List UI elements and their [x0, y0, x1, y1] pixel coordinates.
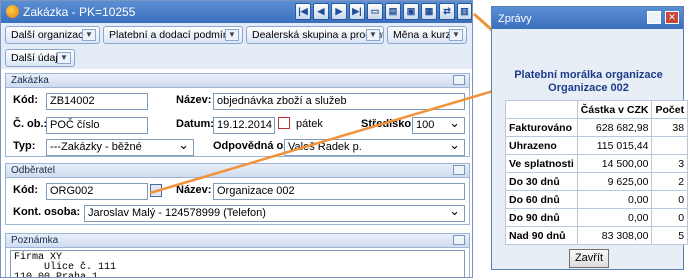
table-row: Uhrazeno 115 015,44: [505, 136, 689, 155]
corner-cell: [505, 100, 578, 119]
table-row: Do 90 dnů 0,00 0: [505, 208, 689, 227]
table-row: Fakturováno 628 682,98 38: [505, 118, 689, 137]
messages-dialog: Zprávy ✕ Platební morálka organizace Org…: [491, 6, 689, 270]
row-count: 2: [651, 172, 689, 191]
table-row: Nad 90 dnů 83 308,00 5: [505, 226, 689, 245]
row-amount: 0,00: [576, 190, 653, 209]
row-amount: 628 682,98: [576, 118, 653, 137]
dialog-heading: Platební morálka organizace: [514, 69, 663, 81]
table-row: Ve splatnosti 14 500,00 3: [505, 154, 689, 173]
dialog-subheading: Organizace 002: [548, 82, 629, 94]
dialog-titlebar: Zprávy ✕: [492, 7, 683, 29]
row-count: 0: [651, 208, 689, 227]
row-count: 5: [651, 226, 689, 245]
payment-table: Částka v CZK Počet Fakturováno 628 682,98…: [505, 100, 689, 245]
row-count: [651, 136, 689, 155]
row-amount: 83 308,00: [576, 226, 653, 245]
row-amount: 115 015,44: [576, 136, 653, 155]
row-label: Ve splatnosti: [505, 154, 578, 173]
row-label: Do 90 dnů: [505, 208, 578, 227]
row-amount: 9 625,00: [576, 172, 653, 191]
row-count: 38: [651, 118, 689, 137]
row-amount: 14 500,00: [576, 154, 653, 173]
dialog-title: Zprávy: [498, 13, 532, 25]
table-row: Do 30 dnů 9 625,00 2: [505, 172, 689, 191]
column-header-count: Počet: [651, 100, 689, 119]
row-label: Do 60 dnů: [505, 190, 578, 209]
row-count: 3: [651, 154, 689, 173]
row-label: Fakturováno: [505, 118, 578, 137]
column-header-amount: Částka v CZK: [576, 100, 653, 119]
row-amount: 0,00: [576, 208, 653, 227]
minimize-icon[interactable]: [647, 11, 661, 24]
close-icon[interactable]: ✕: [665, 11, 679, 24]
table-row: Do 60 dnů 0,00 0: [505, 190, 689, 209]
arrow-customer-to-dialog: [149, 80, 515, 195]
row-count: 0: [651, 190, 689, 209]
row-label: Do 30 dnů: [505, 172, 578, 191]
close-button[interactable]: Zavřít: [569, 249, 609, 268]
row-label: Uhrazeno: [505, 136, 578, 155]
row-label: Nad 90 dnů: [505, 226, 578, 245]
